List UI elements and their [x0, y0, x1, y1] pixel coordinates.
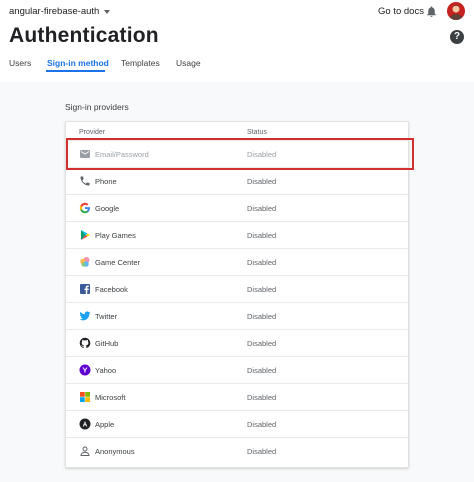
page-title: Authentication: [9, 24, 159, 47]
provider-name: Email/Password: [95, 150, 149, 159]
provider-status: Disabled: [247, 285, 277, 294]
provider-status: Disabled: [247, 258, 277, 267]
column-header-status: Status: [247, 129, 267, 136]
phone-icon: [80, 176, 90, 186]
provider-name: Game Center: [95, 258, 141, 267]
provider-status: Disabled: [247, 339, 277, 348]
provider-row-microsoft[interactable]: Microsoft Disabled: [66, 383, 408, 410]
provider-row-play-games[interactable]: Play Games Disabled: [66, 221, 408, 248]
provider-row-anonymous[interactable]: Anonymous Disabled: [66, 437, 408, 464]
provider-name: Microsoft: [95, 393, 126, 402]
tab-usage[interactable]: Usage: [176, 58, 201, 68]
provider-status: Disabled: [247, 447, 277, 456]
google-icon: [79, 202, 90, 214]
provider-name: Phone: [95, 177, 117, 186]
facebook-icon: [80, 284, 90, 294]
go-to-docs-link[interactable]: Go to docs: [378, 6, 424, 17]
top-header: angular-firebase-auth Go to docs Authent…: [0, 0, 474, 82]
provider-row-phone[interactable]: Phone Disabled: [66, 167, 408, 194]
active-tab-indicator: [46, 70, 105, 72]
column-header-provider: Provider: [79, 129, 106, 136]
provider-name: Yahoo: [95, 366, 117, 375]
anonymous-icon: [80, 446, 90, 456]
provider-row-facebook[interactable]: Facebook Disabled: [66, 275, 408, 302]
provider-status: Disabled: [247, 204, 277, 213]
provider-status: Disabled: [247, 366, 277, 375]
section-title: Sign-in providers: [65, 102, 129, 112]
play-games-icon: [81, 230, 90, 240]
chevron-down-icon: [104, 9, 111, 14]
avatar[interactable]: [447, 2, 465, 20]
provider-name: Play Games: [95, 231, 136, 240]
provider-name: Facebook: [95, 285, 128, 294]
tab-users[interactable]: Users: [9, 58, 31, 68]
tab-templates[interactable]: Templates: [121, 58, 160, 68]
tab-bar: Users Sign-in method Templates Usage: [0, 56, 474, 73]
providers-table: Provider Status Email/Password Disabled …: [65, 121, 409, 468]
provider-row-apple[interactable]: Apple Disabled: [66, 410, 408, 437]
provider-row-twitter[interactable]: Twitter Disabled: [66, 302, 408, 329]
provider-row-email-password[interactable]: Email/Password Disabled: [66, 140, 408, 167]
provider-name: Apple: [95, 420, 115, 429]
provider-status: Disabled: [247, 312, 277, 321]
game-center-icon: [80, 257, 90, 267]
project-name: angular-firebase-auth: [9, 6, 100, 17]
provider-status: Disabled: [247, 177, 277, 186]
provider-name: Anonymous: [95, 447, 135, 456]
tab-sign-in-method[interactable]: Sign-in method: [47, 58, 109, 68]
apple-icon: [79, 418, 91, 430]
microsoft-icon: [80, 392, 90, 402]
provider-status: Disabled: [247, 231, 277, 240]
provider-row-game-center[interactable]: Game Center Disabled: [66, 248, 408, 275]
provider-name: Google: [95, 204, 120, 213]
github-icon: [79, 337, 91, 349]
mail-icon: [80, 150, 90, 158]
provider-row-yahoo[interactable]: Yahoo Disabled: [66, 356, 408, 383]
provider-row-github[interactable]: GitHub Disabled: [66, 329, 408, 356]
bell-icon[interactable]: [425, 4, 438, 19]
twitter-icon: [79, 311, 91, 321]
yahoo-icon: [79, 364, 91, 376]
provider-status: Disabled: [247, 420, 277, 429]
provider-name: GitHub: [95, 339, 119, 348]
provider-status: Disabled: [247, 150, 277, 159]
provider-name: Twitter: [95, 312, 118, 321]
provider-status: Disabled: [247, 393, 277, 402]
help-icon[interactable]: ?: [450, 30, 464, 44]
provider-row-google[interactable]: Google Disabled: [66, 194, 408, 221]
project-selector[interactable]: angular-firebase-auth: [9, 6, 111, 17]
